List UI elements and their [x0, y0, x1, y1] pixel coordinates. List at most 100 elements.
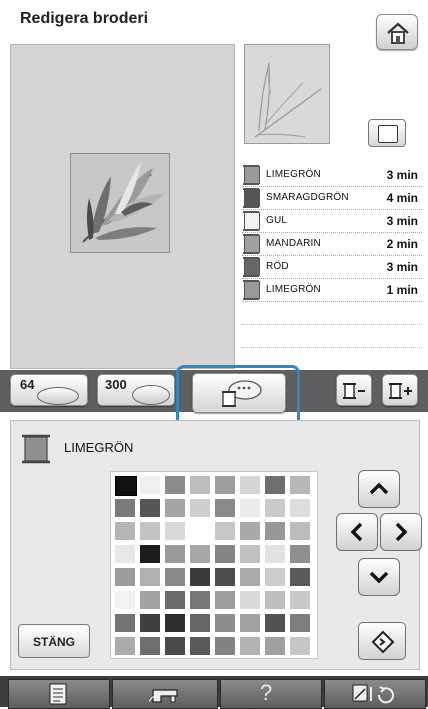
palette-color-cell[interactable]: [265, 545, 285, 563]
palette-color-cell[interactable]: [165, 591, 185, 609]
palette-color-cell[interactable]: [215, 568, 235, 586]
palette-color-cell[interactable]: [140, 568, 160, 586]
palette-color-cell[interactable]: [215, 614, 235, 632]
thread-spool-icon: [243, 257, 260, 277]
thread-name: RÖD: [266, 261, 289, 272]
palette-color-cell[interactable]: [215, 522, 235, 540]
palette-color-cell[interactable]: [215, 499, 235, 517]
thread-row[interactable]: MANDARIN 2 min: [242, 232, 422, 256]
document-button[interactable]: [8, 679, 110, 709]
thread-row[interactable]: LIMEGRÖN 1 min: [242, 278, 422, 302]
thread-row[interactable]: RÖD 3 min: [242, 255, 422, 279]
palette-color-cell[interactable]: [215, 476, 235, 494]
palette-color-cell[interactable]: [240, 522, 260, 540]
palette-color-cell[interactable]: [115, 499, 135, 517]
palette-color-cell[interactable]: [215, 591, 235, 609]
palette-color-cell[interactable]: [290, 614, 310, 632]
palette-color-cell[interactable]: [265, 476, 285, 494]
palette-color-cell[interactable]: [140, 545, 160, 563]
scroll-right-button[interactable]: [380, 513, 422, 551]
thread-name: LIMEGRÖN: [266, 169, 321, 180]
palette-color-cell[interactable]: [190, 476, 210, 494]
palette-color-cell[interactable]: [115, 476, 137, 496]
thread-row[interactable]: SMARAGDGRÖN 4 min: [242, 186, 422, 210]
palette-color-cell[interactable]: [190, 499, 210, 517]
palette-color-cell[interactable]: [240, 591, 260, 609]
palette-color-cell[interactable]: [140, 499, 160, 517]
palette-color-cell[interactable]: [240, 568, 260, 586]
palette-color-cell[interactable]: [265, 522, 285, 540]
chevron-up-icon: [369, 482, 389, 495]
selected-thread-spool-icon: [20, 433, 54, 470]
palette-color-cell[interactable]: [290, 476, 310, 494]
palette-color-cell[interactable]: [240, 499, 260, 517]
help-button[interactable]: ?: [220, 679, 322, 709]
palette-color-cell[interactable]: [290, 591, 310, 609]
palette-color-cell[interactable]: [115, 522, 135, 540]
palette-color-cell[interactable]: [115, 637, 135, 655]
close-button[interactable]: STÄNG: [18, 624, 90, 658]
palette-color-cell[interactable]: [265, 568, 285, 586]
pause-settings-button[interactable]: [324, 679, 426, 709]
palette-color-cell[interactable]: [115, 591, 135, 609]
palette-color-cell[interactable]: [240, 637, 260, 655]
palette-color-cell[interactable]: [240, 476, 260, 494]
palette-color-cell[interactable]: [140, 522, 160, 540]
palette-color-cell[interactable]: [165, 499, 185, 517]
apply-color-button[interactable]: [358, 622, 406, 660]
palette-color-cell[interactable]: [290, 637, 310, 655]
palette-color-cell[interactable]: [115, 614, 135, 632]
palette-color-cell[interactable]: [165, 545, 185, 563]
machine-setting-button[interactable]: [112, 679, 218, 709]
palette-color-cell[interactable]: [265, 499, 285, 517]
palette-300-button[interactable]: 300: [97, 374, 175, 406]
palette-color-cell[interactable]: [240, 614, 260, 632]
thread-color-change-button[interactable]: [192, 373, 286, 413]
thread-time: 4 min: [386, 191, 418, 205]
home-button[interactable]: [376, 14, 418, 50]
palette-color-cell[interactable]: [140, 591, 160, 609]
palette-color-cell[interactable]: [140, 476, 160, 494]
palette-color-cell[interactable]: [290, 522, 310, 540]
palette-color-cell[interactable]: [165, 637, 185, 655]
palette-color-cell[interactable]: [265, 614, 285, 632]
thread-time: 3 min: [386, 168, 418, 182]
palette-color-cell[interactable]: [165, 522, 185, 540]
thread-spool-icon: [243, 188, 260, 208]
palette-color-cell[interactable]: [190, 522, 210, 540]
scroll-down-button[interactable]: [358, 558, 400, 596]
chevron-left-icon: [350, 522, 363, 542]
thread-name: LIMEGRÖN: [266, 284, 321, 295]
palette-color-cell[interactable]: [165, 614, 185, 632]
palette-color-cell[interactable]: [265, 591, 285, 609]
palette-color-cell[interactable]: [190, 568, 210, 586]
palette-color-cell[interactable]: [265, 637, 285, 655]
thread-name: SMARAGDGRÖN: [266, 192, 349, 203]
thread-display-toggle-button[interactable]: [368, 119, 406, 147]
scroll-left-button[interactable]: [336, 513, 378, 551]
palette-color-cell[interactable]: [190, 637, 210, 655]
next-thread-button[interactable]: [382, 374, 418, 406]
palette-color-cell[interactable]: [290, 499, 310, 517]
thread-row[interactable]: LIMEGRÖN 3 min: [242, 163, 422, 187]
palette-color-cell[interactable]: [115, 545, 135, 563]
palette-64-button[interactable]: 64: [10, 374, 88, 406]
palette-color-cell[interactable]: [290, 545, 310, 563]
thread-row[interactable]: GUL 3 min: [242, 209, 422, 233]
palette-color-cell[interactable]: [190, 591, 210, 609]
palette-color-cell[interactable]: [140, 614, 160, 632]
palette-color-cell[interactable]: [115, 568, 135, 586]
design-thumbnail: [244, 44, 330, 144]
previous-thread-button[interactable]: [336, 374, 372, 406]
palette-color-cell[interactable]: [215, 545, 235, 563]
palette-color-cell[interactable]: [165, 568, 185, 586]
design-outline-image: [254, 62, 322, 138]
palette-color-cell[interactable]: [165, 476, 185, 494]
palette-color-cell[interactable]: [190, 614, 210, 632]
palette-color-cell[interactable]: [215, 637, 235, 655]
palette-color-cell[interactable]: [190, 545, 210, 563]
palette-color-cell[interactable]: [240, 545, 260, 563]
palette-color-cell[interactable]: [290, 568, 310, 586]
scroll-up-button[interactable]: [358, 470, 400, 508]
palette-color-cell[interactable]: [140, 637, 160, 655]
